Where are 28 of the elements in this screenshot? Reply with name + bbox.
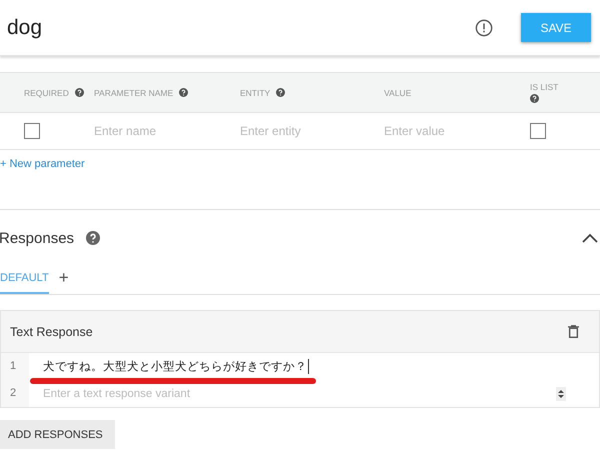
is-list-checkbox[interactable]	[530, 123, 546, 139]
column-header: IS LIST	[530, 82, 558, 92]
new-parameter-link[interactable]: + New parameter	[0, 158, 85, 170]
response-text[interactable]: 犬ですね。大型犬と小型犬どちらが好きですか？	[43, 359, 309, 374]
line-number: 2	[1, 380, 29, 407]
alert-icon[interactable]	[475, 18, 493, 36]
name-field[interactable]: Enter name	[94, 121, 240, 141]
section-title: Responses	[0, 230, 74, 246]
help-icon[interactable]	[530, 94, 539, 103]
help-icon[interactable]	[179, 88, 188, 97]
value-field[interactable]: Enter value	[384, 121, 522, 141]
trash-icon[interactable]	[568, 325, 579, 338]
line-number: 1	[1, 353, 29, 380]
column-header: PARAMETER NAME	[94, 88, 174, 98]
card-title: Text Response	[10, 324, 93, 338]
add-responses-button[interactable]: ADD RESPONSES	[0, 420, 115, 449]
spinner-icon[interactable]	[556, 386, 566, 400]
required-checkbox[interactable]	[24, 123, 40, 139]
help-icon[interactable]	[86, 231, 100, 245]
chevron-icon[interactable]	[582, 233, 598, 243]
help-icon[interactable]	[74, 88, 84, 97]
column-header: REQUIRED	[24, 88, 69, 98]
column-header: VALUE	[384, 88, 412, 98]
intent-title: dog	[7, 16, 44, 40]
help-icon[interactable]	[276, 88, 286, 97]
column-header: ENTITY	[240, 88, 270, 98]
add-tab-button[interactable]: +	[58, 268, 69, 294]
entity-field[interactable]: Enter entity	[240, 121, 384, 141]
